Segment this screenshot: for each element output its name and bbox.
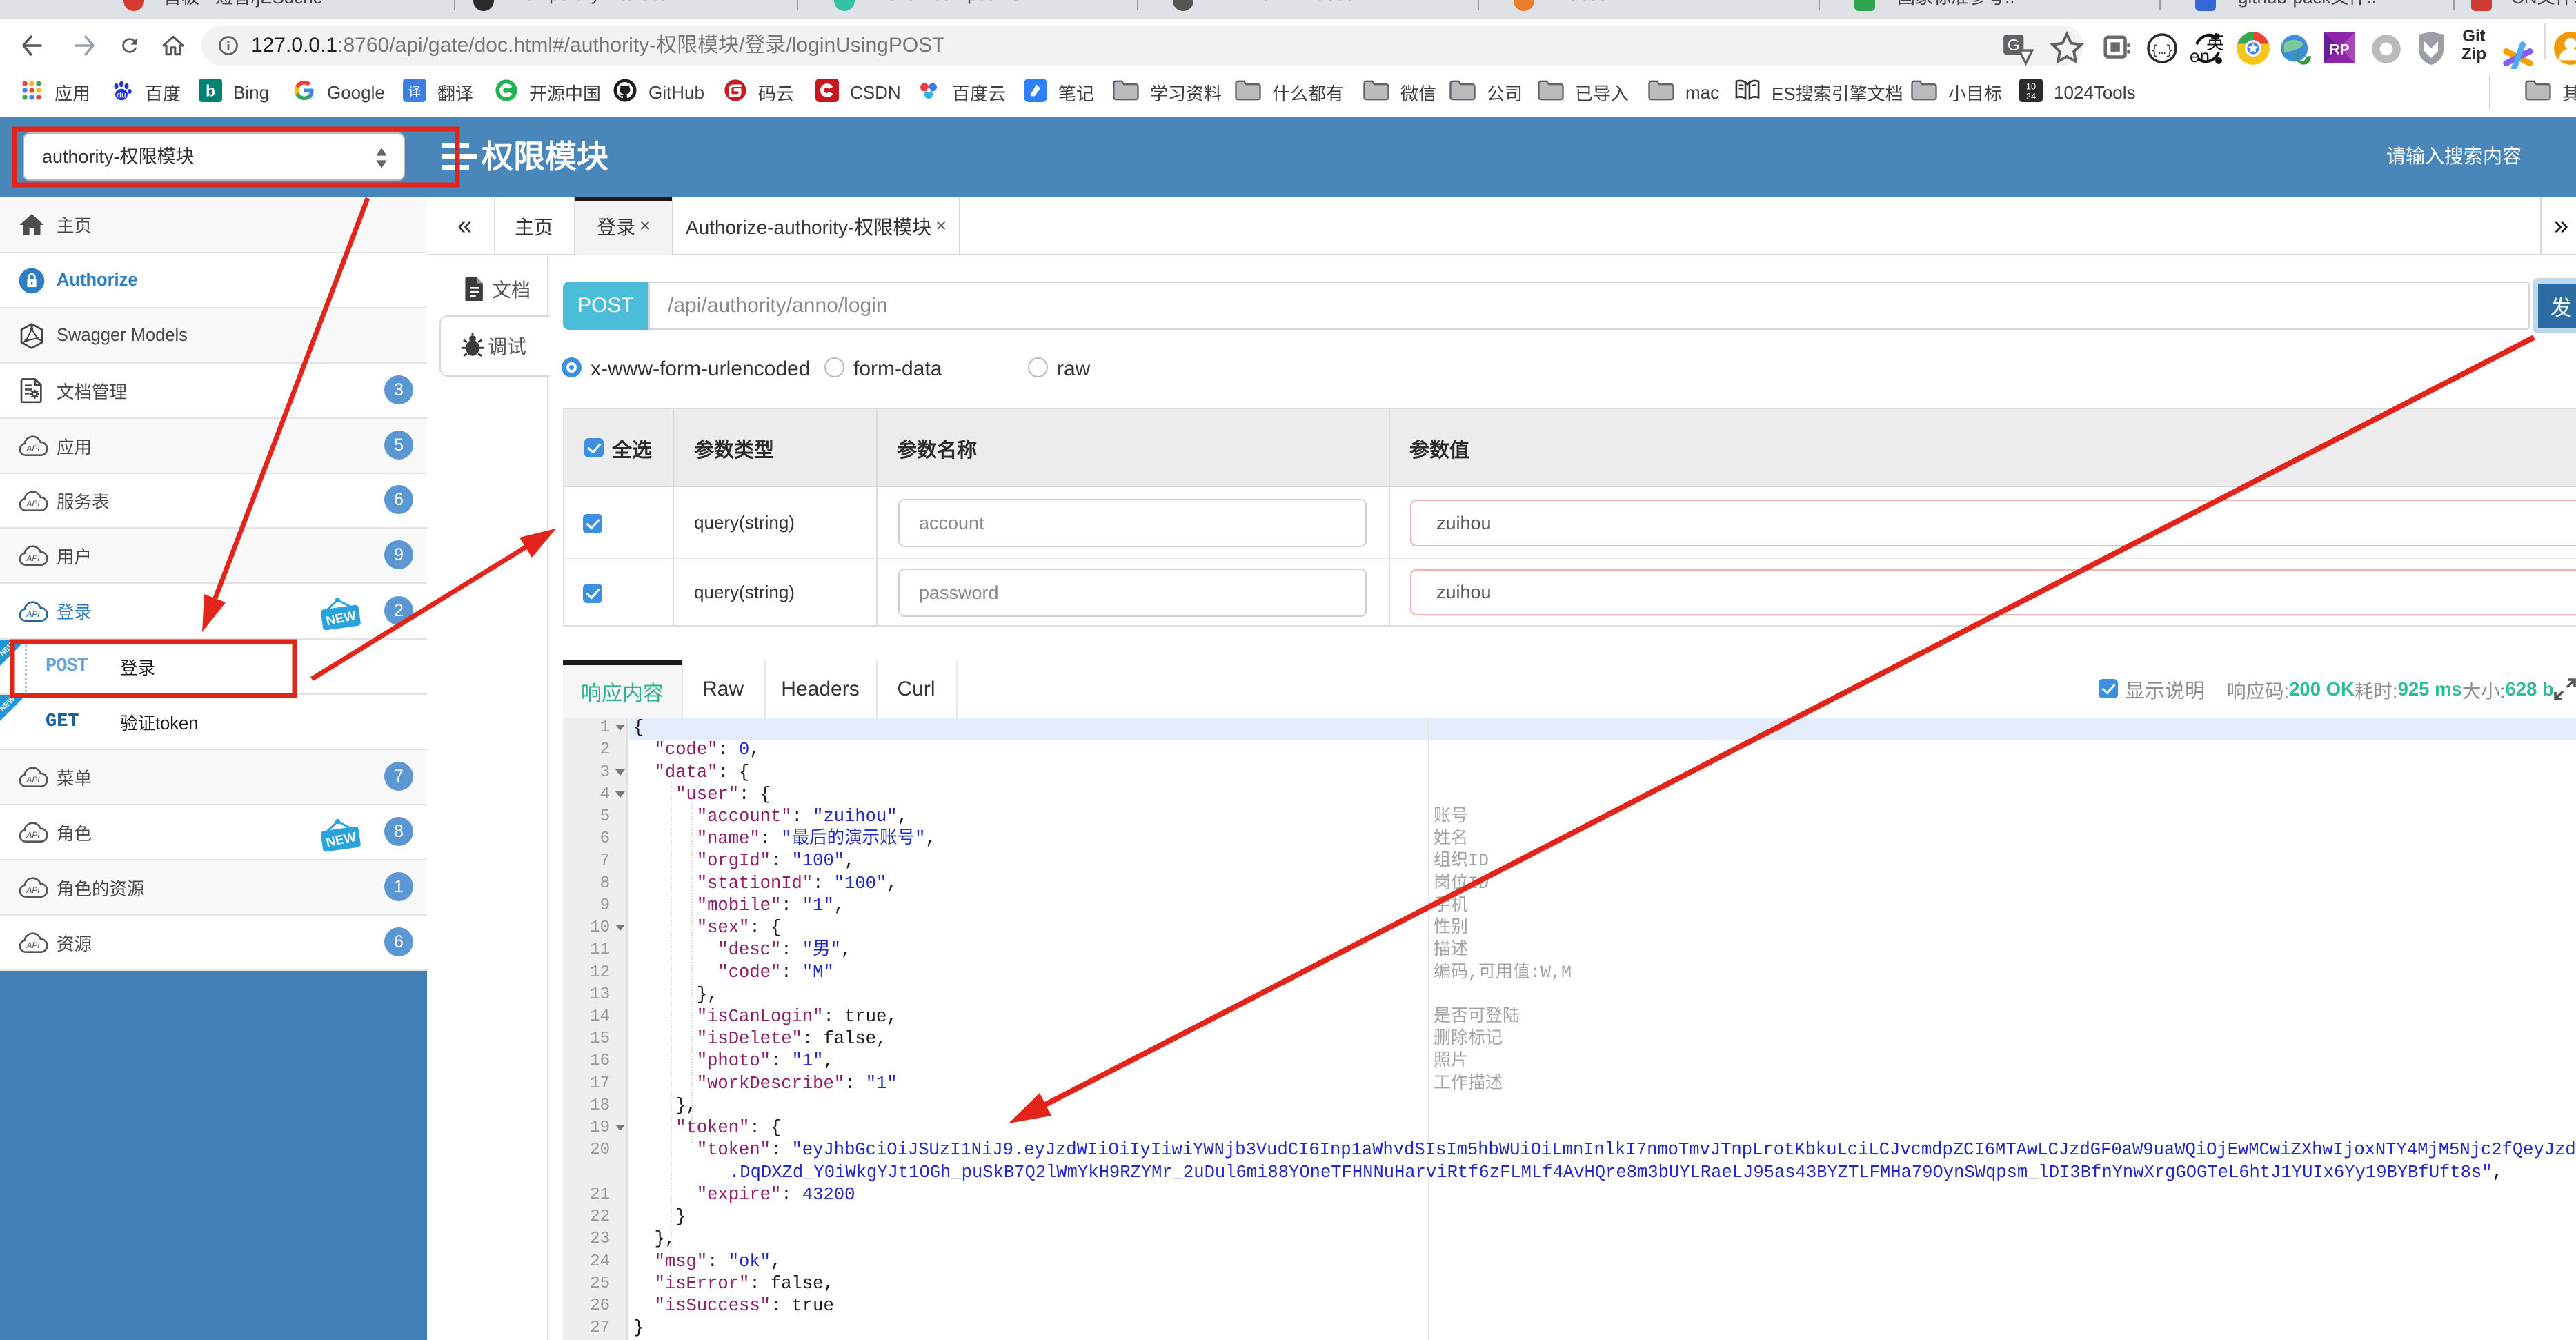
svg-text:API: API (26, 499, 40, 509)
svg-text:API: API (26, 609, 40, 619)
svg-text:API: API (26, 940, 40, 950)
svg-text:API: API (26, 830, 40, 840)
svg-text:10: 10 (2026, 81, 2036, 92)
svg-text:{…}: {…} (2151, 44, 2173, 58)
svg-text:RP: RP (2330, 41, 2350, 57)
svg-text:G: G (2008, 36, 2020, 54)
svg-text:译: 译 (408, 84, 421, 99)
svg-text:API: API (26, 553, 40, 563)
svg-text:b: b (206, 82, 215, 100)
svg-text:du: du (117, 90, 126, 100)
svg-text:24: 24 (2026, 91, 2036, 101)
svg-text:A: A (30, 322, 34, 329)
svg-text:API: API (26, 444, 40, 453)
svg-text:API: API (26, 775, 40, 785)
svg-text:API: API (26, 885, 40, 895)
